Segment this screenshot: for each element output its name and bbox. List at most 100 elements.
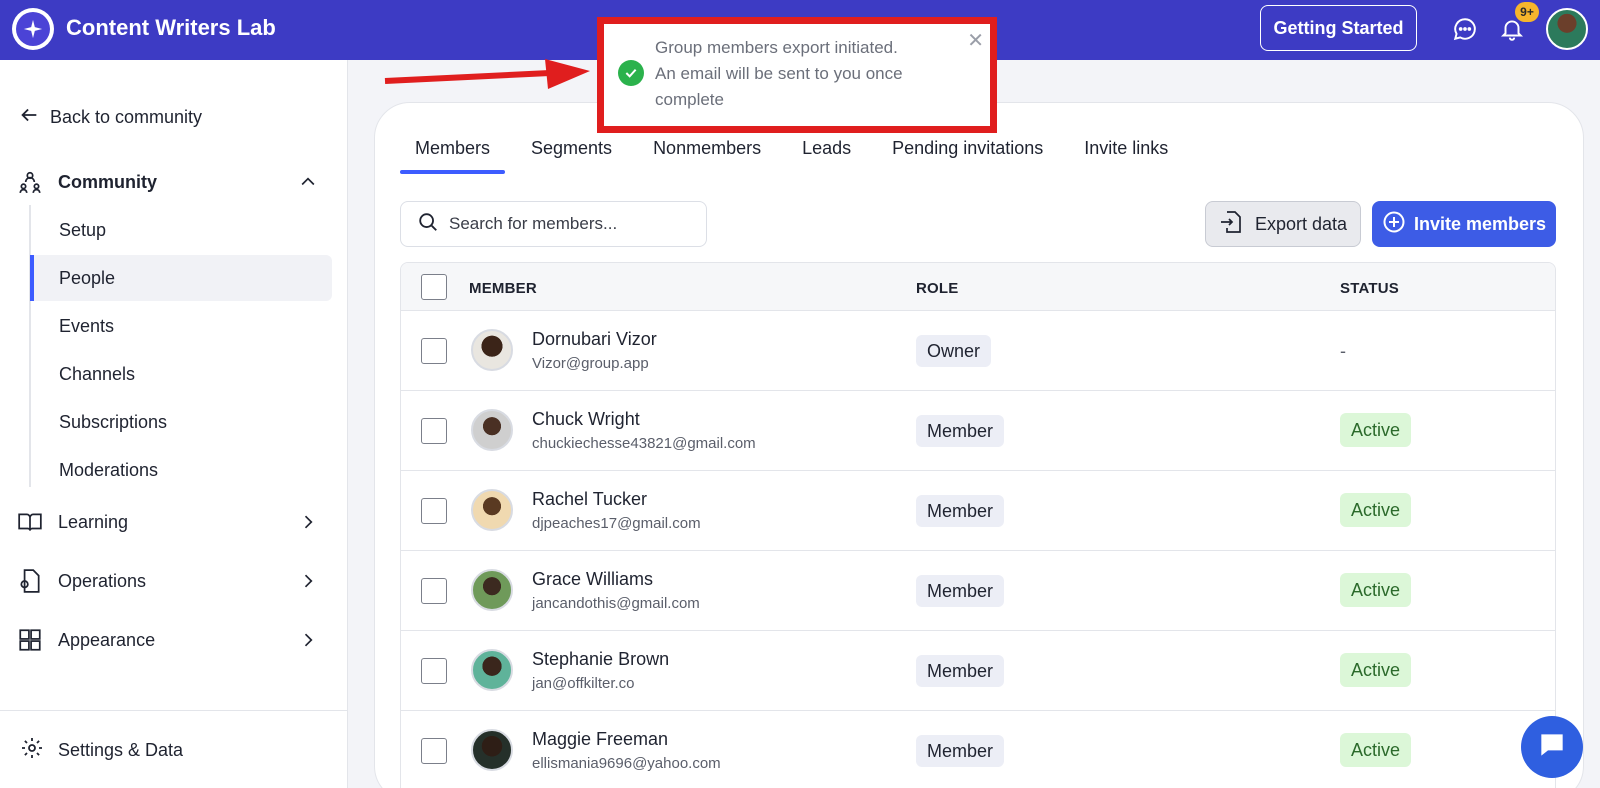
nav-operations[interactable]: Operations xyxy=(16,567,320,595)
sidebar-item-label: Events xyxy=(59,315,115,336)
settings-and-data-link[interactable]: Settings & Data xyxy=(20,736,183,765)
export-data-button[interactable]: Export data xyxy=(1205,201,1361,247)
row-checkbox[interactable] xyxy=(421,658,447,684)
member-name[interactable]: Grace Williams xyxy=(532,569,653,590)
chevron-right-icon xyxy=(296,510,320,534)
getting-started-button[interactable]: Getting Started xyxy=(1260,5,1417,51)
sidebar-item-people[interactable]: People xyxy=(30,255,332,301)
column-header-status[interactable]: STATUS xyxy=(1340,280,1399,297)
sidebar-item-events[interactable]: Events xyxy=(30,303,332,349)
book-icon xyxy=(16,508,44,536)
member-email: ellismania9696@yahoo.com xyxy=(532,755,721,772)
sidebar-item-channels[interactable]: Channels xyxy=(30,351,332,397)
member-name[interactable]: Maggie Freeman xyxy=(532,729,668,750)
row-checkbox[interactable] xyxy=(421,578,447,604)
sidebar-item-label: Channels xyxy=(59,363,136,384)
role-badge: Member xyxy=(916,575,1005,607)
avatar[interactable] xyxy=(471,489,513,531)
toast-message: Group members export initiated. An email… xyxy=(655,35,955,113)
check-circle-icon xyxy=(618,60,644,86)
sparkle-icon xyxy=(16,12,50,46)
sidebar-item-subscriptions[interactable]: Subscriptions xyxy=(30,399,332,445)
member-email: jan@offkilter.co xyxy=(532,675,635,692)
nav-operations-label: Operations xyxy=(58,570,147,591)
chevron-right-icon xyxy=(296,569,320,593)
support-chat-button[interactable] xyxy=(1521,716,1583,778)
column-header-role[interactable]: ROLE xyxy=(916,280,958,297)
status-badge: Active xyxy=(1340,493,1412,527)
nav-appearance[interactable]: Appearance xyxy=(16,626,320,654)
member-name[interactable]: Chuck Wright xyxy=(532,409,640,430)
close-icon[interactable]: ✕ xyxy=(967,28,984,53)
status-value: - xyxy=(1340,341,1346,361)
chevron-right-icon xyxy=(296,628,320,652)
select-all-checkbox[interactable] xyxy=(421,274,447,300)
tab-leads[interactable]: Leads xyxy=(787,138,866,174)
settings-label: Settings & Data xyxy=(58,740,184,760)
tab-segments[interactable]: Segments xyxy=(516,138,627,174)
row-checkbox[interactable] xyxy=(421,338,447,364)
export-toast: Group members export initiated. An email… xyxy=(597,17,997,133)
search-box[interactable] xyxy=(400,201,707,247)
toast-line-2: An email will be sent to you once comple… xyxy=(655,64,903,109)
sidebar-item-setup[interactable]: Setup xyxy=(30,207,332,253)
tab-members[interactable]: Members xyxy=(400,138,506,174)
document-gear-icon xyxy=(16,567,44,595)
role-badge: Member xyxy=(916,495,1005,527)
app-logo[interactable] xyxy=(12,8,54,50)
table-row[interactable]: Grace Williams jancandothis@gmail.com Me… xyxy=(401,551,1555,631)
export-data-label: Export data xyxy=(1254,213,1348,234)
member-email: Vizor@group.app xyxy=(532,355,649,372)
table-row[interactable]: Stephanie Brown jan@offkilter.co Member … xyxy=(401,631,1555,711)
tab-nonmembers[interactable]: Nonmembers xyxy=(638,138,776,174)
nav-learning-label: Learning xyxy=(58,511,129,532)
nav-community-label: Community xyxy=(58,171,157,192)
chat-bubble-icon xyxy=(1536,729,1568,766)
sidebar: Back to community Community Setup People… xyxy=(0,60,348,788)
chat-icon[interactable] xyxy=(1450,14,1480,44)
member-name[interactable]: Stephanie Brown xyxy=(532,649,669,670)
user-avatar[interactable] xyxy=(1546,8,1588,50)
app-title[interactable]: Content Writers Lab xyxy=(66,15,276,41)
status-badge: Active xyxy=(1340,653,1412,687)
sidebar-item-label: People xyxy=(59,267,116,288)
tab-pending-invitations[interactable]: Pending invitations xyxy=(877,138,1058,174)
member-name[interactable]: Rachel Tucker xyxy=(532,489,647,510)
row-checkbox[interactable] xyxy=(421,738,447,764)
table-row[interactable]: Rachel Tucker djpeaches17@gmail.com Memb… xyxy=(401,471,1555,551)
row-checkbox[interactable] xyxy=(421,498,447,524)
avatar[interactable] xyxy=(471,729,513,771)
nav-community[interactable]: Community xyxy=(16,168,320,196)
member-email: jancandothis@gmail.com xyxy=(532,595,700,612)
table-row[interactable]: Chuck Wright chuckiechesse43821@gmail.co… xyxy=(401,391,1555,471)
invite-members-button[interactable]: Invite members xyxy=(1372,201,1556,247)
notification-badge: 9+ xyxy=(1515,2,1539,22)
row-checkbox[interactable] xyxy=(421,418,447,444)
members-table: MEMBER ROLE STATUS Dornubari Vizor Vizor… xyxy=(400,262,1556,788)
table-header: MEMBER ROLE STATUS xyxy=(401,263,1555,311)
sidebar-item-moderations[interactable]: Moderations xyxy=(30,447,332,493)
member-name[interactable]: Dornubari Vizor xyxy=(532,329,657,350)
invite-members-label: Invite members xyxy=(1413,213,1547,234)
sidebar-divider xyxy=(0,710,348,711)
nav-learning[interactable]: Learning xyxy=(16,508,320,536)
avatar[interactable] xyxy=(471,569,513,611)
avatar[interactable] xyxy=(471,649,513,691)
plus-circle-icon xyxy=(1382,210,1406,239)
status-badge: Active xyxy=(1340,413,1412,447)
avatar[interactable] xyxy=(471,329,513,371)
people-network-icon xyxy=(16,168,44,196)
sidebar-item-label: Subscriptions xyxy=(59,411,168,432)
role-badge: Member xyxy=(916,655,1005,687)
status-badge: Active xyxy=(1340,573,1412,607)
table-row[interactable]: Maggie Freeman ellismania9696@yahoo.com … xyxy=(401,711,1555,788)
back-label: Back to community xyxy=(50,107,203,127)
back-to-community-link[interactable]: Back to community xyxy=(18,104,202,131)
tab-invite-links[interactable]: Invite links xyxy=(1069,138,1183,174)
search-input[interactable] xyxy=(449,214,689,234)
annotation-arrow xyxy=(384,59,590,89)
avatar[interactable] xyxy=(471,409,513,451)
sidebar-item-label: Moderations xyxy=(59,459,159,480)
table-row[interactable]: Dornubari Vizor Vizor@group.app Owner - xyxy=(401,311,1555,391)
column-header-member[interactable]: MEMBER xyxy=(469,280,537,297)
